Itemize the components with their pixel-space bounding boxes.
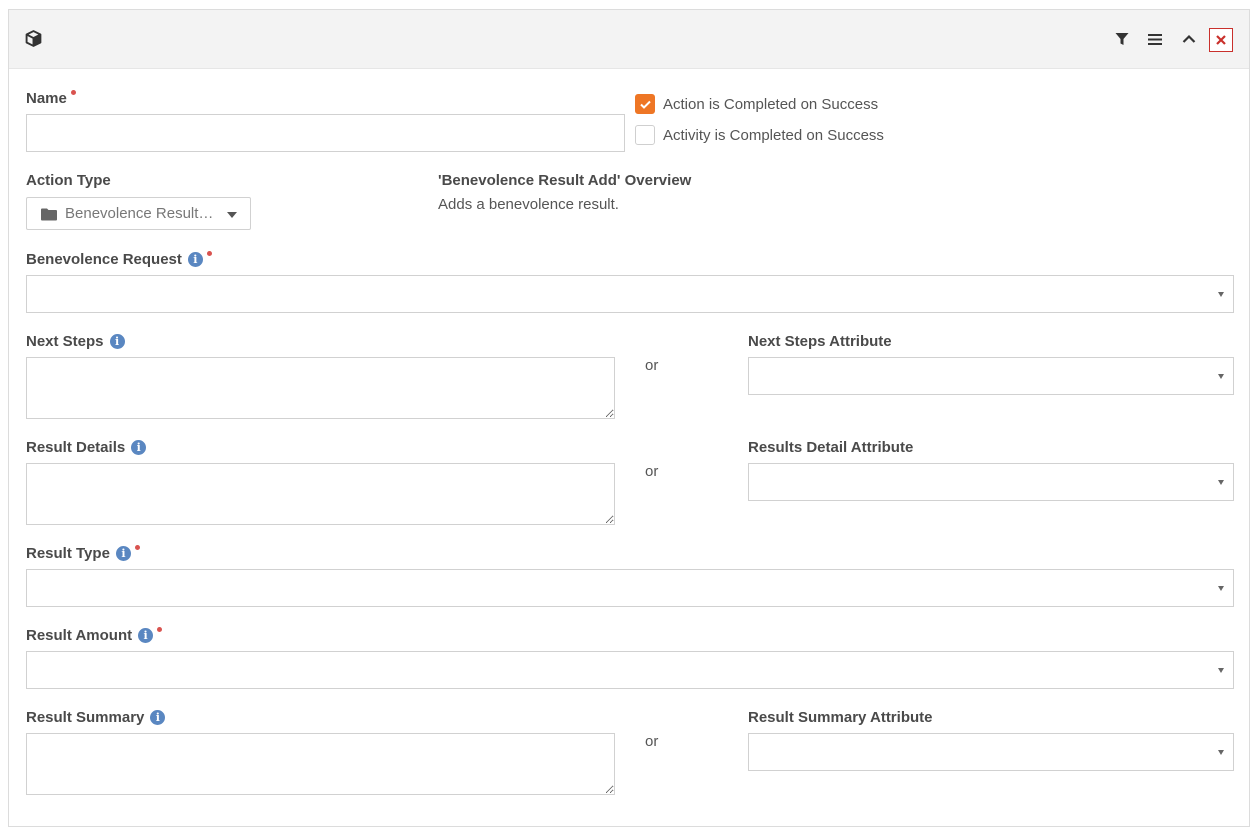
filter-icon bbox=[1115, 33, 1129, 45]
next-steps-textarea[interactable] bbox=[26, 357, 615, 419]
activity-completed-checkbox[interactable] bbox=[635, 125, 655, 145]
menu-button[interactable] bbox=[1146, 30, 1164, 48]
chevron-up-icon bbox=[1182, 34, 1196, 43]
info-icon[interactable]: i bbox=[150, 710, 166, 725]
result-summary-label: Result Summary i bbox=[26, 709, 166, 727]
name-input[interactable] bbox=[26, 114, 625, 152]
name-label: Name bbox=[26, 90, 76, 108]
folder-icon bbox=[41, 208, 57, 221]
info-icon[interactable]: i bbox=[109, 334, 125, 349]
overview-text: Adds a benevolence result. bbox=[438, 196, 619, 213]
caret-down-icon bbox=[1218, 292, 1224, 297]
info-icon[interactable]: i bbox=[115, 546, 131, 561]
next-steps-attribute-label: Next Steps Attribute bbox=[748, 333, 892, 350]
workflow-action-panel: Name Action is Completed on Success Acti… bbox=[8, 9, 1250, 827]
caret-down-icon bbox=[227, 212, 237, 218]
cube-icon bbox=[25, 30, 42, 47]
info-icon[interactable]: i bbox=[131, 440, 147, 455]
action-type-picker[interactable]: Benevolence Result Add bbox=[26, 197, 251, 230]
required-indicator bbox=[70, 90, 76, 95]
benevolence-request-label: Benevolence Request i bbox=[26, 251, 212, 269]
result-summary-attribute-select[interactable] bbox=[748, 733, 1234, 771]
result-summary-attribute-label: Result Summary Attribute bbox=[748, 709, 933, 726]
action-type-label: Action Type bbox=[26, 172, 111, 189]
checkmark-icon bbox=[639, 100, 651, 109]
result-details-textarea[interactable] bbox=[26, 463, 615, 525]
result-details-label: Result Details i bbox=[26, 439, 147, 457]
result-type-label: Result Type i bbox=[26, 545, 140, 563]
caret-down-icon bbox=[1218, 480, 1224, 485]
activity-completed-checkbox-row[interactable]: Activity is Completed on Success bbox=[635, 125, 884, 145]
action-completed-checkbox[interactable] bbox=[635, 94, 655, 114]
menu-icon bbox=[1148, 33, 1162, 45]
or-separator: or bbox=[645, 357, 659, 374]
action-completed-label: Action is Completed on Success bbox=[663, 95, 879, 113]
panel-header bbox=[9, 10, 1249, 69]
result-type-select[interactable] bbox=[26, 569, 1234, 607]
filter-button[interactable] bbox=[1113, 30, 1131, 48]
caret-down-icon bbox=[1218, 586, 1224, 591]
result-summary-textarea[interactable] bbox=[26, 733, 615, 795]
or-separator: or bbox=[645, 463, 659, 480]
results-detail-attribute-select[interactable] bbox=[748, 463, 1234, 501]
action-completed-checkbox-row[interactable]: Action is Completed on Success bbox=[635, 94, 878, 114]
required-indicator bbox=[134, 545, 140, 550]
next-steps-label: Next Steps i bbox=[26, 333, 125, 351]
info-icon[interactable]: i bbox=[138, 628, 154, 643]
close-icon bbox=[1216, 35, 1226, 45]
action-type-value: Benevolence Result Add bbox=[65, 205, 215, 222]
required-indicator bbox=[157, 627, 163, 632]
caret-down-icon bbox=[1218, 750, 1224, 755]
or-separator: or bbox=[645, 733, 659, 750]
activity-completed-label: Activity is Completed on Success bbox=[663, 126, 884, 144]
close-button[interactable] bbox=[1209, 28, 1233, 52]
result-amount-select[interactable] bbox=[26, 651, 1234, 689]
results-detail-attribute-label: Results Detail Attribute bbox=[748, 439, 914, 456]
caret-down-icon bbox=[1218, 374, 1224, 379]
caret-down-icon bbox=[1218, 668, 1224, 673]
benevolence-request-select[interactable] bbox=[26, 275, 1234, 313]
result-amount-label: Result Amount i bbox=[26, 627, 163, 645]
info-icon[interactable]: i bbox=[187, 252, 203, 267]
next-steps-attribute-select[interactable] bbox=[748, 357, 1234, 395]
overview-title: 'Benevolence Result Add' Overview bbox=[438, 172, 692, 189]
collapse-button[interactable] bbox=[1180, 30, 1198, 48]
required-indicator bbox=[206, 251, 212, 256]
